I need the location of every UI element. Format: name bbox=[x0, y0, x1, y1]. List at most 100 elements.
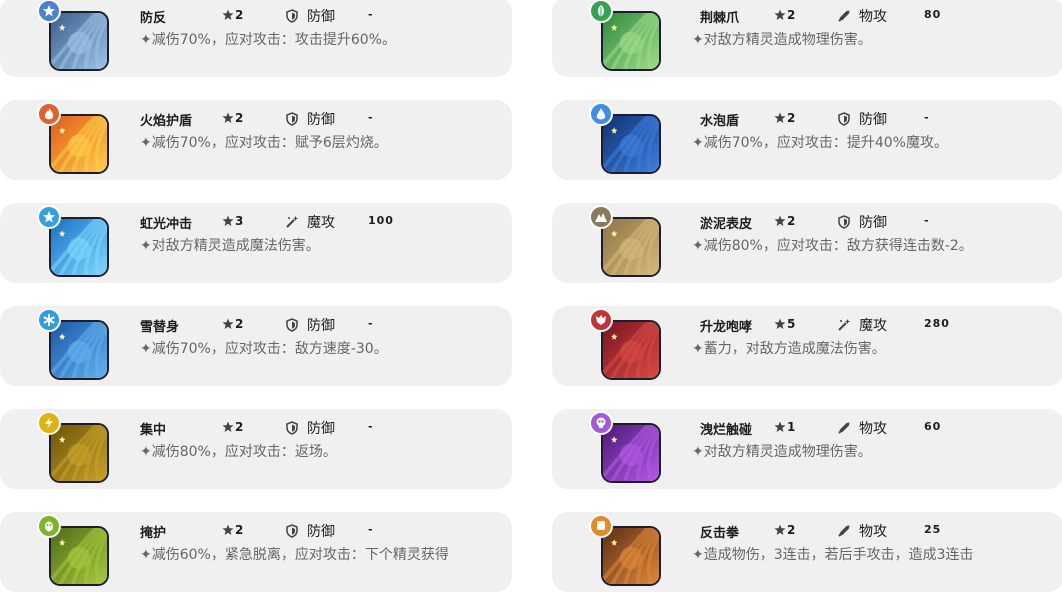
skill-icon bbox=[589, 308, 665, 380]
skill-art bbox=[51, 13, 107, 69]
magic-wand-icon bbox=[838, 319, 850, 331]
element-glyph bbox=[44, 108, 54, 120]
skill-name: 火焰护盾 bbox=[140, 114, 193, 129]
skill-category-label: 物攻 bbox=[859, 9, 887, 25]
skill-card[interactable]: 集中 2 防御 - ✦减伤80%，应对攻击：返场。 bbox=[0, 409, 512, 489]
dragon-icon bbox=[589, 308, 613, 332]
skill-power: 280 bbox=[924, 317, 950, 330]
element-glyph bbox=[595, 213, 607, 222]
magic-wand-icon bbox=[286, 216, 298, 228]
skill-art-frame bbox=[49, 217, 109, 277]
skill-card[interactable]: 洩烂触碰 1 物攻 60 ✦对敌方精灵造成物理伤害。 bbox=[552, 409, 1062, 489]
skill-category-label: 防御 bbox=[859, 215, 887, 231]
element-glyph bbox=[597, 521, 605, 530]
skill-name: 虹光冲击 bbox=[140, 217, 193, 232]
skill-card[interactable]: 虹光冲击 3 魔攻 100 ✦对敌方精灵造成魔法伤害。 bbox=[0, 203, 512, 283]
skill-cost: 2 bbox=[222, 111, 243, 125]
skill-power: - bbox=[368, 111, 374, 124]
star-icon bbox=[774, 9, 786, 20]
skill-power: - bbox=[924, 214, 930, 227]
skill-category: 物攻 bbox=[837, 418, 887, 438]
sword-icon bbox=[838, 422, 850, 434]
skill-name: 洩烂触碰 bbox=[700, 423, 753, 438]
skill-name: 集中 bbox=[140, 423, 167, 438]
skill-category: 防御 bbox=[285, 418, 335, 438]
skill-card[interactable]: 反击拳 2 物攻 25 ✦造成物伤，3连击，若后手攻击，造成3连击 bbox=[552, 512, 1062, 592]
element-glyph bbox=[598, 5, 604, 17]
skill-card[interactable]: 防反 2 防御 - ✦减伤70%，应对攻击：攻击提升60%。 bbox=[0, 0, 512, 77]
skill-power: 100 bbox=[368, 214, 394, 227]
skill-card[interactable]: 掩护 2 防御 - ✦减伤60%，紧急脱离，应对攻击：下个精灵获得 bbox=[0, 512, 512, 592]
skill-art bbox=[51, 116, 107, 172]
sword-icon bbox=[838, 525, 850, 537]
bug-icon bbox=[37, 514, 61, 538]
skill-cost: 2 bbox=[222, 8, 243, 22]
star-icon bbox=[774, 215, 786, 226]
skill-category: 物攻 bbox=[837, 6, 887, 26]
skill-card[interactable]: 荆棘爪 2 物攻 80 ✦对敌方精灵造成物理伤害。 bbox=[552, 0, 1062, 77]
skill-art-frame bbox=[601, 11, 661, 71]
skill-category-label: 防御 bbox=[307, 524, 335, 540]
skill-card[interactable]: 淤泥表皮 2 防御 - ✦减伤80%，应对攻击：敌方获得连击数-2。 bbox=[552, 203, 1062, 283]
skill-category-label: 物攻 bbox=[859, 421, 887, 437]
skill-art-frame bbox=[601, 526, 661, 586]
skill-card[interactable]: 升龙咆哮 5 魔攻 280 ✦蓄力，对敌方造成魔法伤害。 bbox=[552, 306, 1062, 386]
skill-icon bbox=[589, 411, 665, 483]
skill-category-label: 魔攻 bbox=[859, 318, 887, 334]
element-glyph bbox=[45, 417, 53, 429]
skill-icon bbox=[589, 102, 665, 174]
skill-cost: 2 bbox=[774, 523, 795, 537]
skill-cost: 2 bbox=[774, 214, 795, 228]
skill-category-label: 防御 bbox=[307, 421, 335, 437]
skill-cost: 3 bbox=[222, 214, 243, 228]
grass-icon bbox=[589, 0, 613, 23]
skill-card[interactable]: 火焰护盾 2 防御 - ✦减伤70%，应对攻击：赋予6层灼烧。 bbox=[0, 100, 512, 180]
star-icon bbox=[222, 112, 234, 123]
skill-art bbox=[51, 219, 107, 275]
skill-description: ✦减伤80%，应对攻击：敌方获得连击数-2。 bbox=[692, 238, 973, 254]
skill-icon bbox=[589, 0, 665, 71]
skill-art bbox=[603, 13, 659, 69]
skill-name: 反击拳 bbox=[700, 526, 740, 541]
water-icon bbox=[589, 102, 613, 126]
skill-art-frame bbox=[601, 423, 661, 483]
element-glyph bbox=[43, 5, 55, 17]
skill-card[interactable]: 雪替身 2 防御 - ✦减伤70%，应对攻击：敌方速度-30。 bbox=[0, 306, 512, 386]
skill-cost: 2 bbox=[222, 420, 243, 434]
skill-power: - bbox=[368, 8, 374, 21]
skill-card[interactable]: 水泡盾 2 防御 - ✦减伤70%，应对攻击：提升40%魔攻。 bbox=[552, 100, 1062, 180]
star-icon bbox=[222, 524, 234, 535]
fire-icon bbox=[37, 102, 61, 126]
skill-name: 雪替身 bbox=[140, 320, 180, 335]
skill-art bbox=[603, 219, 659, 275]
skill-description: ✦减伤60%，紧急脱离，应对攻击：下个精灵获得 bbox=[140, 547, 449, 563]
shield-icon bbox=[838, 215, 850, 229]
skill-icon bbox=[589, 514, 665, 586]
skill-category: 物攻 bbox=[837, 521, 887, 541]
skill-category: 防御 bbox=[837, 212, 887, 232]
element-glyph bbox=[43, 314, 55, 326]
skill-art-frame bbox=[49, 114, 109, 174]
star-icon bbox=[774, 318, 786, 329]
light-icon bbox=[37, 0, 61, 23]
skill-cost-value: 2 bbox=[235, 317, 244, 331]
skill-category: 防御 bbox=[837, 109, 887, 129]
light-icon bbox=[37, 205, 61, 229]
skill-art bbox=[603, 116, 659, 172]
skill-cost: 1 bbox=[774, 420, 795, 434]
skill-cost: 2 bbox=[774, 111, 795, 125]
skill-grid: 防反 2 防御 - ✦减伤70%，应对攻击：攻击提升60%。 荆棘爪 2 物攻 80 ✦对敌方精灵… bbox=[0, 0, 1062, 592]
skill-art-frame bbox=[601, 114, 661, 174]
skill-category: 魔攻 bbox=[285, 212, 335, 232]
skill-icon bbox=[37, 514, 113, 586]
element-glyph bbox=[596, 108, 606, 120]
ground-icon bbox=[589, 205, 613, 229]
fighting-icon bbox=[589, 514, 613, 538]
skill-category-label: 防御 bbox=[859, 112, 887, 128]
skill-cost: 2 bbox=[774, 8, 795, 22]
skill-art bbox=[603, 322, 659, 378]
electric-icon bbox=[37, 411, 61, 435]
skill-cost-value: 2 bbox=[787, 523, 796, 537]
skill-category: 防御 bbox=[285, 6, 335, 26]
skill-cost-value: 2 bbox=[787, 111, 796, 125]
